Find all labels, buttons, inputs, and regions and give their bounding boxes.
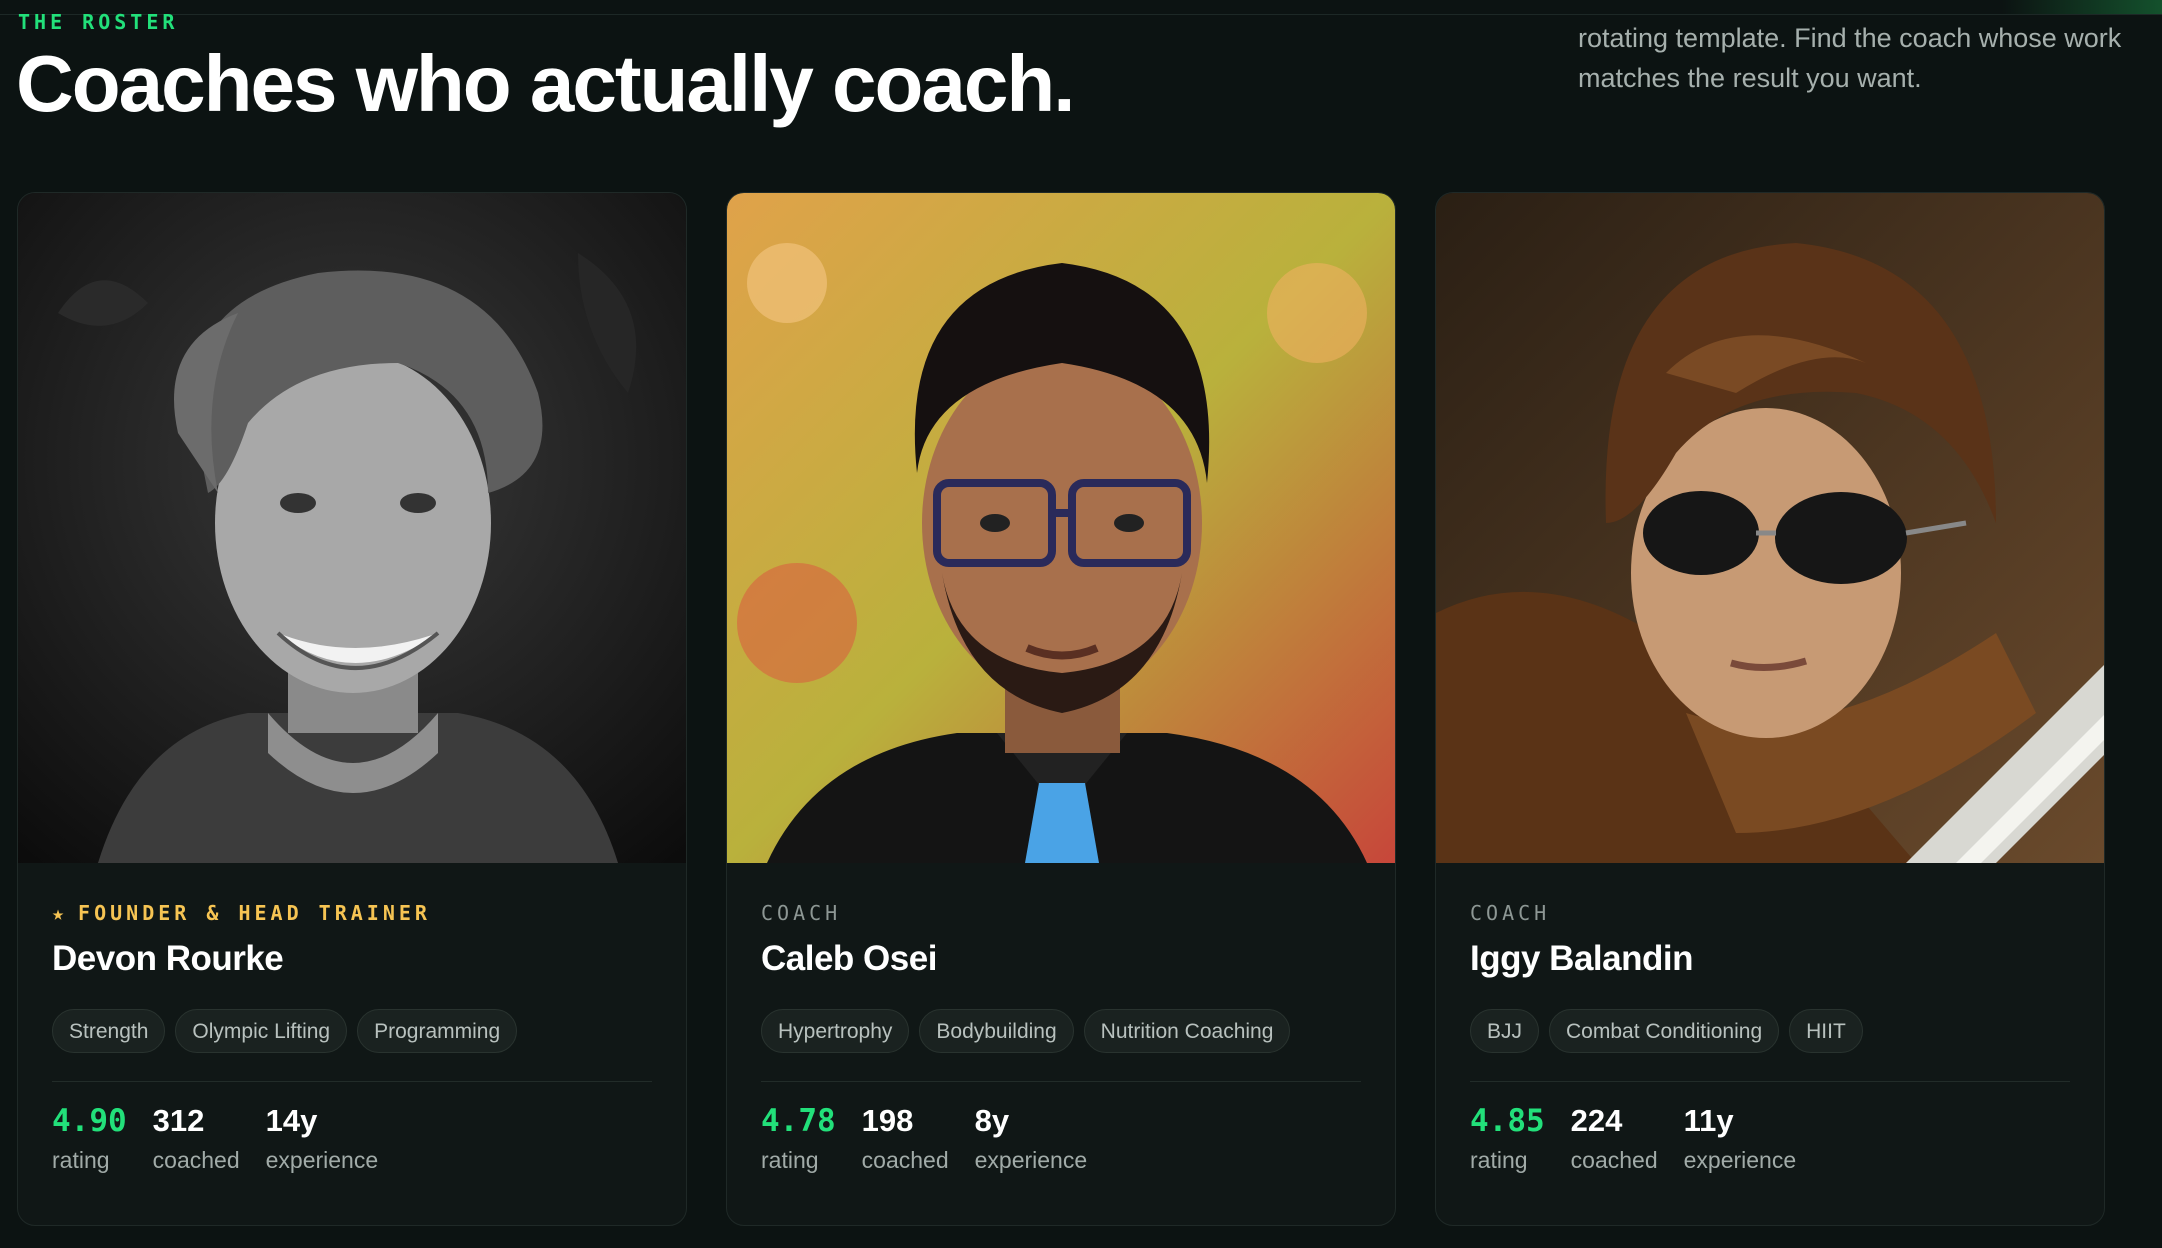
coach-card-devon-rourke[interactable]: ★ FOUNDER & HEAD TRAINER Devon Rourke Str… <box>17 192 687 1226</box>
stat-experience-value: 8y <box>974 1103 1010 1138</box>
coach-role: COACH <box>1470 901 1551 925</box>
coach-card-caleb-osei[interactable]: COACH Caleb Osei Hypertrophy Bodybuildin… <box>726 192 1396 1226</box>
specialty-tag: BJJ <box>1470 1009 1540 1053</box>
stat-rating-label: rating <box>1470 1147 1528 1173</box>
stat-experience: 11y experience <box>1684 1101 1797 1174</box>
specialty-tag: Bodybuilding <box>919 1009 1074 1053</box>
stat-coached-value: 198 <box>861 1103 914 1138</box>
stat-experience: 14y experience <box>266 1101 379 1174</box>
coach-stats: 4.78 rating 198 coached 8y experience <box>761 1101 1087 1174</box>
specialty-tag: Nutrition Coaching <box>1083 1009 1291 1053</box>
stat-experience: 8y experience <box>975 1101 1088 1174</box>
coach-name: Caleb Osei <box>761 939 937 978</box>
card-divider <box>52 1081 652 1082</box>
section-intro: rotating template. Find the coach whose … <box>1578 23 2122 93</box>
coach-role: ★ FOUNDER & HEAD TRAINER <box>52 901 431 925</box>
stat-rating-value: 4.85 <box>1470 1103 1545 1139</box>
stat-coached: 224 coached <box>1571 1101 1658 1174</box>
stat-coached-value: 224 <box>1570 1103 1623 1138</box>
coach-name: Iggy Balandin <box>1470 939 1693 978</box>
stat-coached-value: 312 <box>152 1103 205 1138</box>
coach-role-label: FOUNDER & HEAD TRAINER <box>78 901 431 925</box>
stat-coached-label: coached <box>861 1147 949 1173</box>
section-title: Coaches who actually coach. <box>16 39 1075 128</box>
coach-tags: Hypertrophy Bodybuilding Nutrition Coach… <box>761 1009 1291 1053</box>
card-divider <box>1470 1081 2070 1082</box>
coach-tags: Strength Olympic Lifting Programming <box>52 1009 518 1053</box>
card-divider <box>761 1081 1361 1082</box>
specialty-tag: Olympic Lifting <box>175 1009 348 1053</box>
stat-rating: 4.85 rating <box>1470 1101 1545 1174</box>
specialty-tag: Programming <box>357 1009 518 1053</box>
stat-experience-value: 14y <box>265 1103 318 1138</box>
coach-photo <box>18 193 686 863</box>
stat-coached-label: coached <box>152 1147 240 1173</box>
stat-rating: 4.78 rating <box>761 1101 836 1174</box>
stat-coached: 312 coached <box>153 1101 240 1174</box>
specialty-tag: Strength <box>52 1009 166 1053</box>
specialty-tag: Hypertrophy <box>761 1009 910 1053</box>
specialty-tag: Combat Conditioning <box>1549 1009 1780 1053</box>
coach-card-iggy-balandin[interactable]: COACH Iggy Balandin BJJ Combat Condition… <box>1435 192 2105 1226</box>
coach-stats: 4.90 rating 312 coached 14y experience <box>52 1101 378 1174</box>
stat-rating-label: rating <box>52 1147 110 1173</box>
stat-experience-label: experience <box>974 1147 1088 1173</box>
specialty-tag: HIIT <box>1789 1009 1863 1053</box>
stat-rating-value: 4.90 <box>52 1103 127 1139</box>
coach-photo <box>1436 193 2104 863</box>
coach-name: Devon Rourke <box>52 939 284 978</box>
coach-tags: BJJ Combat Conditioning HIIT <box>1470 1009 1863 1053</box>
stat-experience-label: experience <box>265 1147 379 1173</box>
stat-rating-label: rating <box>761 1147 819 1173</box>
stat-rating-value: 4.78 <box>761 1103 836 1139</box>
section-eyebrow: THE ROSTER <box>18 10 179 34</box>
stat-experience-value: 11y <box>1683 1103 1734 1138</box>
top-border <box>0 14 2162 15</box>
stat-experience-label: experience <box>1683 1147 1797 1173</box>
coach-stats: 4.85 rating 224 coached 11y experience <box>1470 1101 1796 1174</box>
top-glow <box>2002 0 2162 14</box>
stat-coached: 198 coached <box>862 1101 949 1174</box>
coach-photo <box>727 193 1395 863</box>
star-icon: ★ <box>52 901 69 925</box>
stat-coached-label: coached <box>1570 1147 1658 1173</box>
stat-rating: 4.90 rating <box>52 1101 127 1174</box>
coach-role: COACH <box>761 901 842 925</box>
